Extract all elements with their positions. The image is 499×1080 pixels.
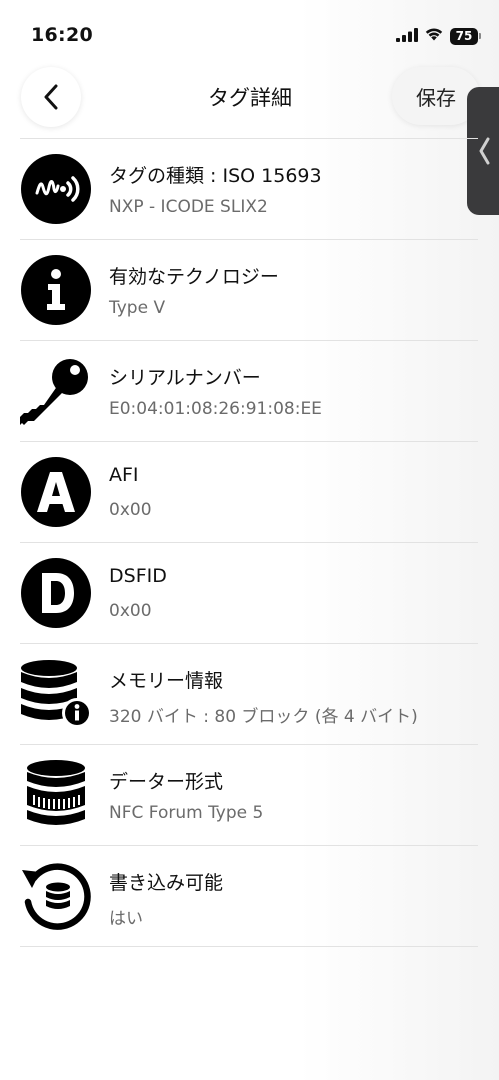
list-item-writable: 書き込み可能 はい (20, 846, 478, 947)
battery-icon: 75 (450, 27, 481, 45)
database-info-icon (20, 658, 92, 730)
info-icon (20, 254, 92, 326)
row-title: シリアルナンバー (109, 367, 261, 389)
nfc-tag-icon (20, 153, 92, 225)
row-title: メモリー情報 (109, 670, 224, 692)
letter-d-icon (20, 557, 92, 629)
cellular-signal-icon (396, 27, 418, 46)
list-item-memory-info: メモリー情報 320 バイト : 80 ブロック (各 4 バイト) (20, 644, 478, 745)
row-title: データー形式 (109, 771, 224, 793)
row-value: NFC Forum Type 5 (109, 803, 264, 823)
battery-tip (479, 33, 481, 39)
row-title: 書き込み可能 (109, 872, 224, 894)
key-icon (20, 355, 92, 427)
list-item-tag-type: タグの種類 : ISO 15693 NXP - ICODE SLIX2 (20, 139, 478, 240)
chevron-left-icon (479, 137, 490, 165)
database-format-icon (20, 759, 92, 831)
row-value: はい (109, 909, 143, 929)
rewrite-database-icon (20, 860, 92, 932)
list-item-serial-number: シリアルナンバー E0:04:01:08:26:91:08:EE (20, 341, 478, 442)
tag-detail-screen: 16:20 75 タグ詳細 保存 タグの種類: ISO 15693 NXP -… (0, 0, 499, 1080)
list-item-afi: AFI 0x00 (20, 442, 478, 543)
status-time: 16:20 (31, 24, 93, 46)
row-value: 0x00 (109, 601, 152, 621)
row-title: DSFID (109, 565, 167, 587)
row-value: 320 バイト : 80 ブロック (各 4 バイト) (109, 707, 418, 727)
row-value: NXP - ICODE SLIX2 (109, 197, 268, 217)
row-value: 0x00 (109, 500, 152, 520)
status-icons: 75 (396, 25, 481, 47)
row-value: Type V (109, 298, 166, 318)
page-title: タグ詳細 (208, 86, 292, 110)
back-button[interactable] (21, 67, 81, 127)
status-bar: 16:20 75 (0, 0, 499, 60)
tag-detail-list: タグの種類 : ISO 15693 NXP - ICODE SLIX2 有効なテ… (20, 138, 478, 947)
row-value: E0:04:01:08:26:91:08:EE (109, 399, 322, 419)
list-item-technologies: 有効なテクノロジー Type V (20, 240, 478, 341)
list-item-data-format: データー形式 NFC Forum Type 5 (20, 745, 478, 846)
row-title: タグの種類 : ISO 15693 (109, 165, 322, 187)
row-title: 有効なテクノロジー (109, 266, 279, 288)
battery-body: 75 (450, 27, 478, 45)
row-title: AFI (109, 464, 139, 486)
chevron-left-icon (44, 84, 58, 110)
battery-level: 75 (455, 29, 473, 43)
letter-a-icon (20, 456, 92, 528)
wifi-icon (424, 27, 444, 46)
list-item-dsfid: DSFID 0x00 (20, 543, 478, 644)
